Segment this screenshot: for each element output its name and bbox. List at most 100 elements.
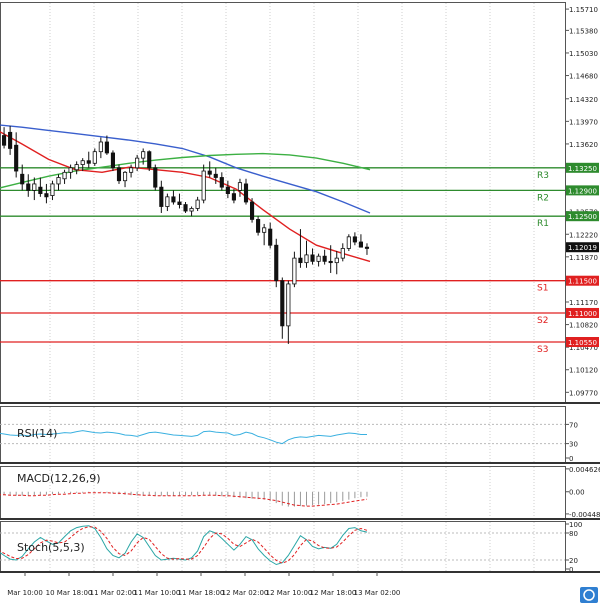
rsi-title: RSI(14) [17, 427, 57, 440]
candle-body [214, 174, 217, 177]
pane-frame-stoch [1, 522, 566, 573]
candle-body [15, 145, 18, 171]
candle-body [329, 261, 332, 262]
rsi-tick-label: 30 [569, 441, 578, 449]
macd-tick-label: 0.004626 [569, 466, 600, 474]
candle-body [99, 142, 102, 152]
candle-body [166, 197, 169, 207]
forex-chart: 1.157101.153801.150301.146801.143201.139… [0, 0, 600, 606]
rsi-tick-label: 0 [569, 455, 573, 463]
candle-body [359, 242, 362, 247]
candle-body [172, 197, 175, 202]
time-tick-label: 11 Mar 18:00 [178, 589, 225, 597]
candle-body [117, 168, 120, 181]
candle-body [123, 172, 126, 180]
candle-body [335, 258, 338, 263]
candle-body [262, 228, 265, 233]
macd-tick-label: 0.00 [569, 489, 585, 497]
candle-body [347, 237, 350, 249]
candle-body [87, 161, 90, 164]
candle-body [154, 168, 157, 187]
candle-body [160, 187, 163, 206]
candle [347, 234, 350, 251]
chart-scroll-button[interactable] [580, 587, 598, 603]
macd-tick-label: -0.004483 [569, 511, 600, 519]
candle-body [311, 255, 314, 261]
stoch-tick-label: 0 [569, 566, 573, 574]
time-tick-label: 13 Mar 02:00 [354, 589, 401, 597]
candle-body [2, 136, 5, 146]
time-tick-label: 10 Mar 18:00 [46, 589, 93, 597]
level-price-tag-label: 1.12900 [568, 187, 597, 195]
candle-body [232, 194, 235, 200]
candle [250, 198, 253, 223]
candle-body [250, 202, 253, 219]
level-label-r3: R3 [537, 171, 549, 181]
price-tick-label: 1.15380 [569, 27, 598, 35]
candle-body [27, 184, 30, 190]
price-tick-label: 1.11870 [569, 254, 598, 262]
candle-body [135, 158, 138, 168]
candle-body [202, 171, 205, 200]
level-label-r1: R1 [537, 219, 549, 229]
candle-body [256, 219, 259, 232]
price-tick-label: 1.14320 [569, 96, 598, 104]
price-tick-label: 1.09770 [569, 389, 598, 397]
candle-body [220, 177, 223, 187]
candle-body [111, 153, 114, 168]
stoch-tick-label: 80 [569, 530, 578, 538]
candle-body [75, 165, 78, 170]
candle-body [105, 142, 108, 153]
candle-body [305, 255, 308, 263]
candle [117, 165, 120, 184]
candle-body [184, 205, 187, 211]
candle [111, 150, 114, 171]
time-tick-label: Mar 10:00 [7, 589, 43, 597]
candle-body [341, 248, 344, 258]
pane-frames [0, 3, 600, 573]
candle-body [148, 152, 151, 168]
candle-body [8, 132, 11, 148]
level-price-tag-label: 1.11500 [568, 278, 597, 286]
candle-body [275, 245, 278, 280]
candle-body [287, 284, 290, 326]
level-label-s3: S3 [537, 345, 548, 355]
candle [256, 216, 259, 235]
price-tick-label: 1.15710 [569, 6, 598, 14]
candle-body [190, 208, 193, 211]
candle-body [238, 183, 241, 191]
candle-body [323, 256, 326, 261]
candle-body [142, 152, 145, 158]
price-tick-label: 1.11170 [569, 299, 598, 307]
level-price-tag-label: 1.12500 [568, 213, 597, 221]
candle-body [178, 202, 181, 205]
time-tick-label: 11 Mar 02:00 [90, 589, 137, 597]
candle-body [39, 187, 42, 193]
macd-title: MACD(12,26,9) [17, 472, 101, 485]
candle-body [281, 281, 284, 326]
candle-body [317, 256, 320, 261]
candle-body [208, 171, 211, 174]
stoch-title: Stoch(5,5,3) [17, 541, 85, 554]
time-tick-label: 12 Mar 10:00 [266, 589, 313, 597]
candle-body [299, 258, 302, 263]
candle-body [21, 174, 24, 184]
level-label-s1: S1 [537, 284, 548, 294]
candle-body [51, 184, 54, 196]
candle-body [81, 161, 84, 165]
candle-body [353, 237, 356, 242]
level-price-tag-label: 1.10550 [568, 339, 597, 347]
price-tick-label: 1.14680 [569, 73, 598, 81]
candle-body [269, 229, 272, 245]
candle-body [293, 258, 296, 284]
time-tick-label: 12 Mar 02:00 [222, 589, 269, 597]
candle-body [244, 184, 247, 202]
time-tick-label: 11 Mar 10:00 [134, 589, 181, 597]
time-tick-label: 12 Mar 18:00 [310, 589, 357, 597]
level-price-tag-label: 1.13250 [568, 165, 597, 173]
candle-body [93, 152, 96, 164]
price-tick-label: 1.10820 [569, 322, 598, 330]
candle-body [196, 200, 199, 208]
price-tick-label: 1.10120 [569, 367, 598, 375]
candle [148, 150, 151, 171]
